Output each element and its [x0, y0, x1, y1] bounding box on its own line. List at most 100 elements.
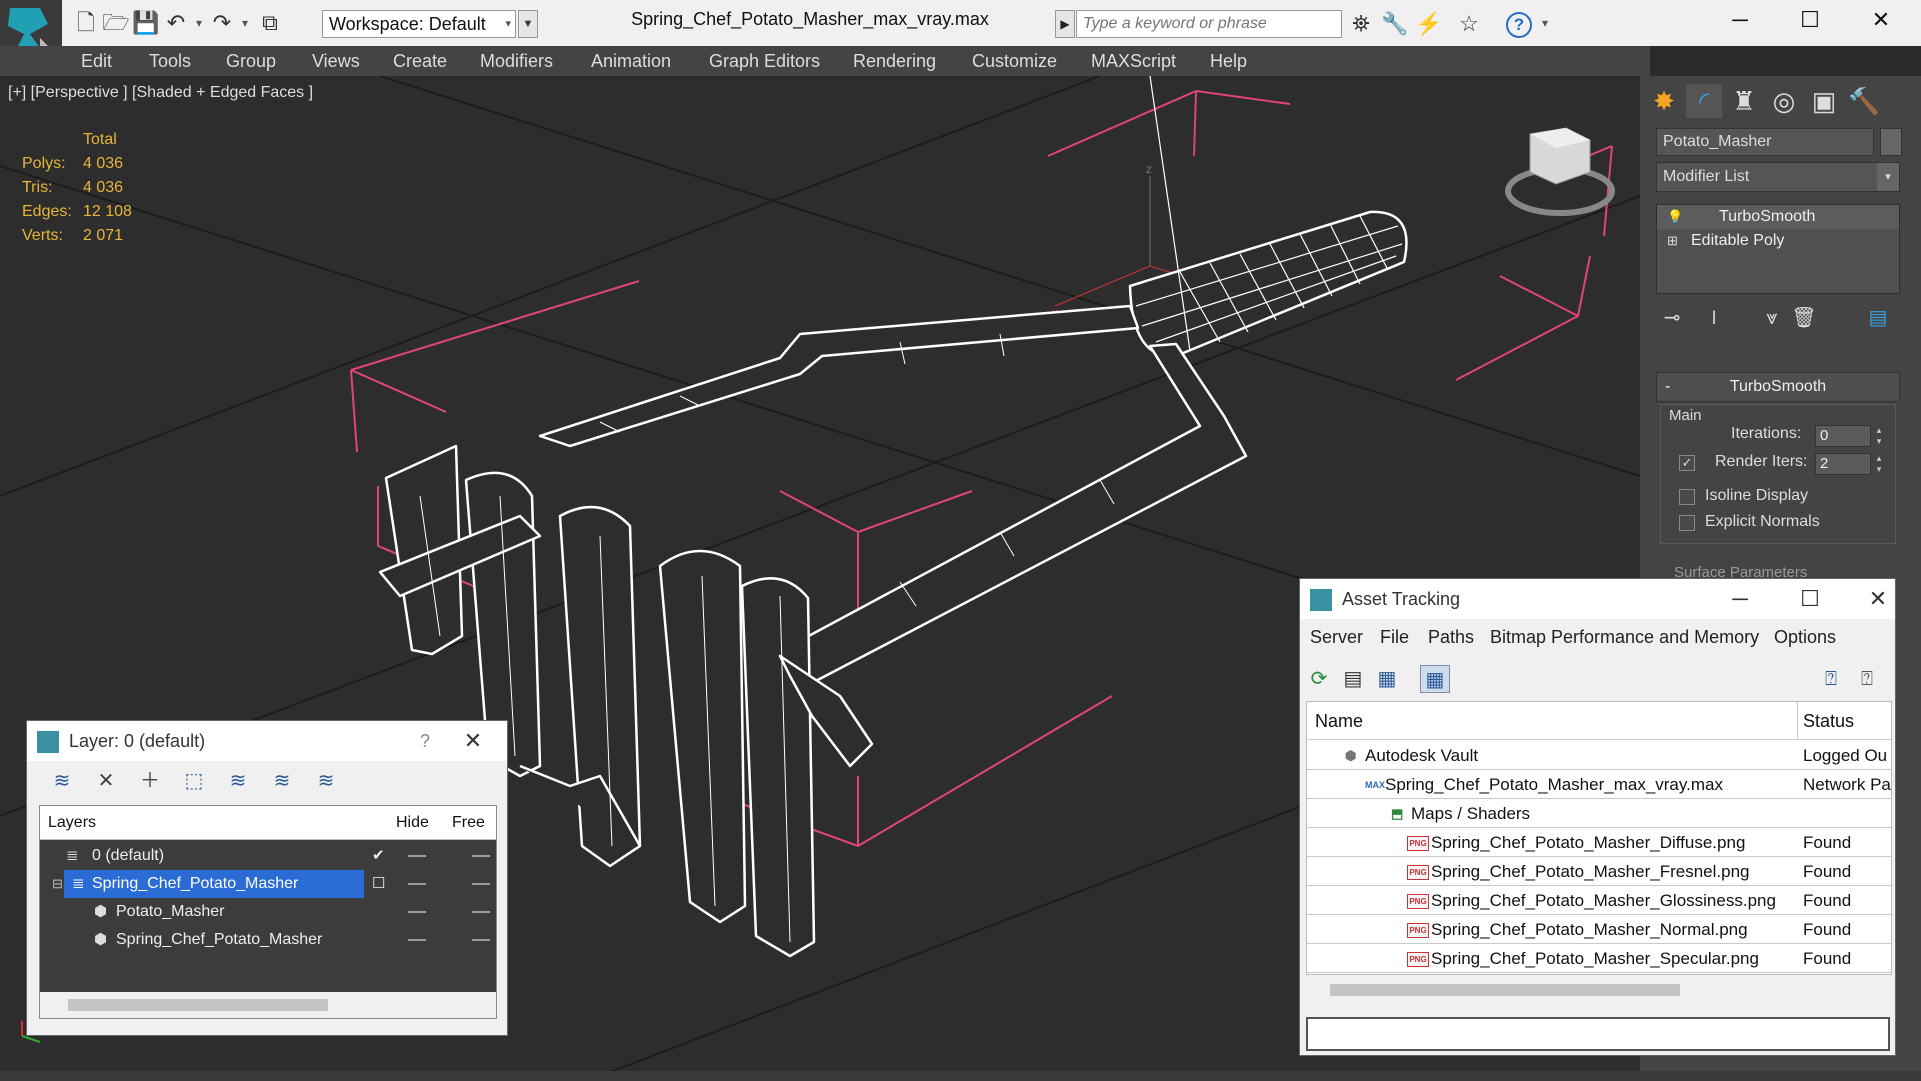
viewport-label[interactable]: [+] [Perspective ] [Shaded + Edged Faces…	[8, 84, 313, 102]
search-expand-icon[interactable]: ▶	[1055, 10, 1075, 38]
workspace-menu-icon[interactable]: ▼	[518, 10, 538, 38]
iterations-spinner[interactable]: 0	[1815, 425, 1871, 447]
layer-dialog-titlebar[interactable]: Layer: 0 (default) ? ✕	[27, 721, 507, 761]
vault-help-icon[interactable]: ⍰	[1816, 665, 1846, 693]
highlight-selected-icon[interactable]: ≋	[223, 767, 253, 795]
column-status[interactable]: Status	[1803, 702, 1854, 740]
menu-options[interactable]: Options	[1774, 627, 1836, 648]
freeze-toggle[interactable]	[472, 911, 490, 913]
freeze-toggle[interactable]	[472, 855, 490, 857]
menu-file[interactable]: File	[1380, 627, 1409, 648]
create-layer-icon[interactable]: ≋	[47, 767, 77, 795]
table-view-icon[interactable]: ▦	[1420, 665, 1450, 693]
viewcube-widget[interactable]	[1505, 127, 1615, 216]
menu-tools[interactable]: Tools	[149, 50, 191, 72]
spinner-arrows-icon[interactable]: ▴ ▾	[1873, 453, 1885, 475]
open-file-icon[interactable]: 🗁	[102, 10, 130, 36]
hierarchy-tab-icon[interactable]: ♜	[1726, 84, 1762, 118]
freeze-unfreeze-all-icon[interactable]: ≋	[311, 767, 341, 795]
make-active-box-icon[interactable]: ☐	[372, 870, 385, 898]
modifier-list-dropdown[interactable]: Modifier List ▾	[1656, 162, 1900, 192]
turbosmooth-rollout-header[interactable]: - TurboSmooth	[1656, 372, 1900, 402]
close-icon[interactable]: ✕	[453, 725, 493, 757]
asset-row[interactable]: PNG Spring_Chef_Potato_Masher_Glossiness…	[1307, 887, 1891, 915]
active-layer-check-icon[interactable]: ✔	[372, 842, 385, 870]
stack-item-turbosmooth[interactable]: 💡 TurboSmooth	[1657, 205, 1899, 229]
redo-icon[interactable]: ↷	[208, 10, 236, 36]
layer-row[interactable]: ≣ 0 (default) ✔	[52, 842, 496, 870]
explicit-normals-checkbox[interactable]	[1679, 515, 1695, 531]
freeze-toggle[interactable]	[472, 939, 490, 941]
menu-rendering[interactable]: Rendering	[853, 50, 936, 72]
render-iters-spinner[interactable]: 2	[1815, 453, 1871, 475]
undo-dropdown-icon[interactable]: ▾	[192, 10, 206, 36]
workspace-selector[interactable]: Workspace: Default ▾	[322, 10, 516, 38]
asset-row[interactable]: MAX Spring_Chef_Potato_Masher_max_vray.m…	[1307, 771, 1891, 799]
asset-row[interactable]: PNG Spring_Chef_Potato_Masher_Specular.p…	[1307, 945, 1891, 973]
menu-create[interactable]: Create	[393, 50, 447, 72]
layer-row[interactable]: ⊟ ≣ Spring_Chef_Potato_Masher ☐	[52, 870, 496, 898]
horizontal-scrollbar[interactable]	[1306, 979, 1892, 1001]
add-to-layer-icon[interactable]: ＋	[135, 767, 165, 795]
menu-customize[interactable]: Customize	[972, 50, 1057, 72]
column-divider[interactable]	[1797, 702, 1798, 740]
asset-path-field[interactable]	[1306, 1017, 1890, 1051]
column-layers[interactable]: Layers	[48, 806, 96, 840]
asset-row[interactable]: PNG Spring_Chef_Potato_Masher_Normal.png…	[1307, 916, 1891, 944]
minimize-button[interactable]: ─	[1705, 0, 1775, 40]
hide-toggle[interactable]	[408, 911, 426, 913]
asset-tracking-titlebar[interactable]: Asset Tracking ─ ☐ ✕	[1300, 579, 1895, 619]
thumbnail-view-icon[interactable]: ▦	[1372, 665, 1402, 693]
maximize-button[interactable]: ☐	[1790, 583, 1830, 615]
maximize-button[interactable]: ☐	[1775, 0, 1845, 40]
menu-paths[interactable]: Paths	[1428, 627, 1474, 648]
help-dropdown-icon[interactable]: ▾	[1538, 10, 1552, 36]
layer-row[interactable]: ⬢ Spring_Chef_Potato_Masher	[52, 926, 496, 954]
select-objects-icon[interactable]: ⬚	[179, 767, 209, 795]
menu-modifiers[interactable]: Modifiers	[480, 50, 553, 72]
isoline-display-checkbox[interactable]	[1679, 489, 1695, 505]
spinner-arrows-icon[interactable]: ▴ ▾	[1873, 425, 1885, 447]
utilities-tab-icon[interactable]: 🔨	[1846, 84, 1882, 118]
close-icon[interactable]: ✕	[1860, 583, 1896, 615]
undo-icon[interactable]: ↶	[162, 10, 190, 36]
hide-toggle[interactable]	[408, 939, 426, 941]
asset-row[interactable]: PNG Spring_Chef_Potato_Masher_Fresnel.pn…	[1307, 858, 1891, 886]
list-view-icon[interactable]: ▤	[1338, 665, 1368, 693]
collapse-minus-icon[interactable]: ⊟	[52, 870, 63, 898]
delete-layer-icon[interactable]: ✕	[91, 767, 121, 795]
column-name[interactable]: Name	[1315, 702, 1363, 740]
favorites-star-icon[interactable]: ☆	[1454, 10, 1484, 38]
object-color-swatch[interactable]	[1880, 128, 1902, 156]
menu-maxscript[interactable]: MAXScript	[1091, 50, 1176, 72]
asset-row[interactable]: ⬢ Autodesk Vault Logged Ou	[1307, 742, 1891, 770]
redo-dropdown-icon[interactable]: ▾	[238, 10, 252, 36]
minimize-button[interactable]: ─	[1720, 583, 1760, 615]
menu-bitmap-performance[interactable]: Bitmap Performance and Memory	[1490, 627, 1759, 648]
menu-graph-editors[interactable]: Graph Editors	[709, 50, 820, 72]
layer-row[interactable]: ⬢ Potato_Masher	[52, 898, 496, 926]
hide-toggle[interactable]	[408, 883, 426, 885]
asset-row[interactable]: ⬒ Maps / Shaders	[1307, 800, 1891, 828]
scrollbar-thumb[interactable]	[1330, 984, 1680, 996]
scrollbar-thumb[interactable]	[68, 999, 328, 1011]
search-input[interactable]	[1076, 10, 1342, 38]
menu-animation[interactable]: Animation	[591, 50, 671, 72]
horizontal-scrollbar[interactable]	[40, 992, 496, 1018]
refresh-icon[interactable]: ⟳	[1304, 665, 1334, 693]
binoculars-icon[interactable]: ⛯	[1346, 10, 1376, 38]
asset-row[interactable]: PNG Spring_Chef_Potato_Masher_Diffuse.pn…	[1307, 829, 1891, 857]
stack-item-editable-poly[interactable]: ⊞ Editable Poly	[1657, 229, 1899, 253]
motion-tab-icon[interactable]: ◎	[1766, 84, 1802, 118]
menu-server[interactable]: Server	[1310, 627, 1363, 648]
column-hide[interactable]: Hide	[396, 806, 429, 840]
pin-stack-icon[interactable]: ⊸	[1656, 304, 1688, 332]
display-tab-icon[interactable]: ▣	[1806, 84, 1842, 118]
object-name-field[interactable]: Potato_Masher	[1656, 128, 1874, 156]
help-icon[interactable]: ?	[1506, 12, 1532, 38]
project-folder-icon[interactable]: ⧉	[256, 10, 284, 36]
hide-unhide-all-icon[interactable]: ≋	[267, 767, 297, 795]
menu-group[interactable]: Group	[226, 50, 276, 72]
expand-plus-icon[interactable]: ⊞	[1667, 229, 1678, 253]
modify-tab-icon[interactable]: ◜	[1686, 84, 1722, 118]
